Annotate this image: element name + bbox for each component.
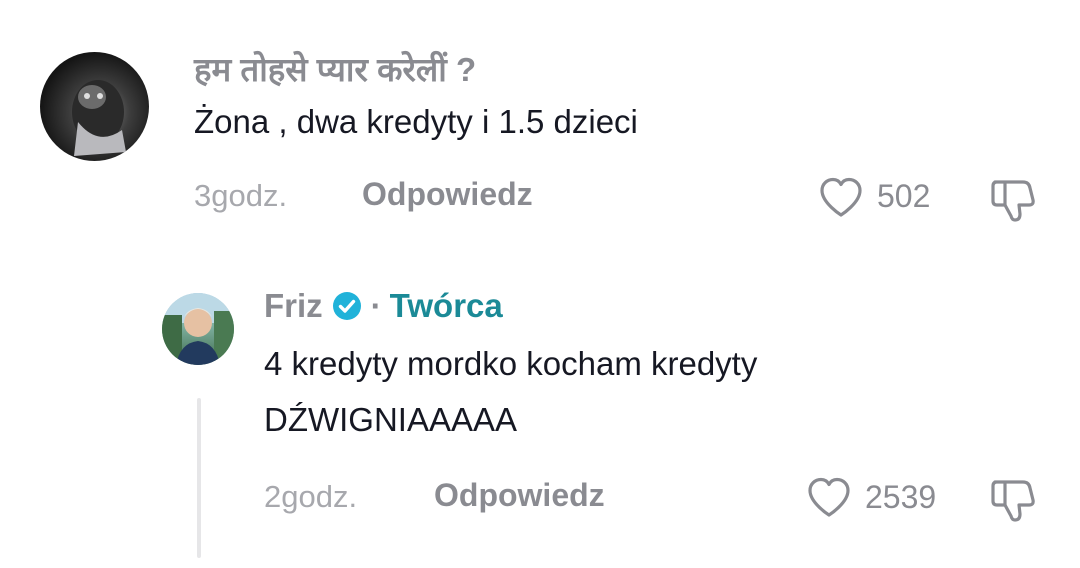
comment-avatar[interactable]: [40, 52, 149, 161]
reply-text-line-1: 4 kredyty mordko kocham kredyty: [264, 345, 758, 382]
dislike-button[interactable]: [989, 174, 1041, 226]
like-button[interactable]: [805, 474, 853, 522]
reply-button[interactable]: Odpowiedz: [434, 477, 605, 514]
creator-label: Twórca: [389, 287, 503, 324]
heart-icon: [820, 177, 862, 217]
like-count: 2539: [865, 479, 937, 515]
comment-text: Żona , dwa kredyty i 1.5 dzieci: [194, 103, 638, 140]
comment-timestamp: 3godz.: [194, 178, 288, 213]
heart-icon: [808, 477, 850, 517]
comment-username[interactable]: हम तोहसे प्यार करेलीं ?: [194, 46, 476, 91]
reply-header: Friz · Twórca: [264, 286, 503, 326]
like-count: 502: [877, 178, 931, 214]
reply-timestamp: 2godz.: [264, 479, 358, 514]
reply-avatar[interactable]: [162, 293, 234, 365]
reply-button[interactable]: Odpowiedz: [362, 176, 533, 213]
avatar-image: [72, 80, 126, 156]
like-button[interactable]: [817, 174, 865, 222]
reply-username[interactable]: Friz: [264, 287, 323, 325]
separator-dot: ·: [370, 287, 382, 324]
verified-icon: [331, 290, 363, 322]
dislike-icon: [991, 480, 1035, 522]
avatar-image: [162, 293, 234, 365]
dislike-button[interactable]: [989, 474, 1041, 526]
thread-line: [197, 398, 201, 558]
dislike-icon: [991, 180, 1035, 222]
reply-text-line-2: DŹWIGNIAAAAA: [264, 401, 518, 438]
